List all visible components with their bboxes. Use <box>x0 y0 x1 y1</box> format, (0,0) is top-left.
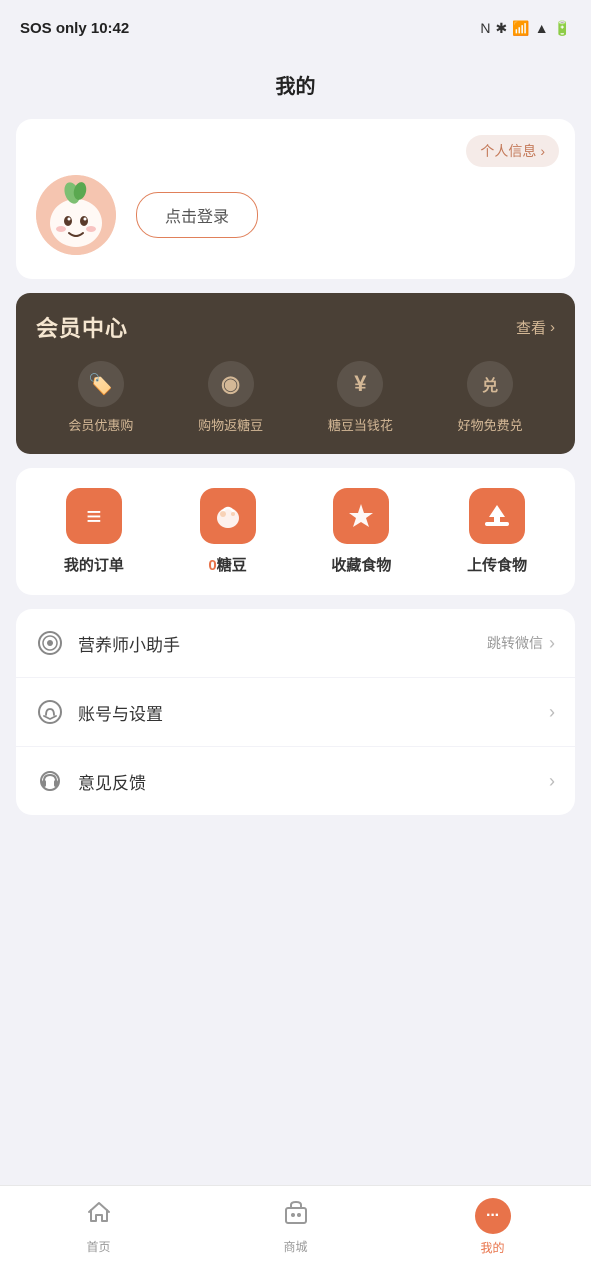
menu-item-feedback[interactable]: 意见反馈 › <box>16 747 575 815</box>
chevron-right-icon: › <box>549 633 555 654</box>
member-icon-discount[interactable]: 🏷️ 会员优惠购 <box>68 361 133 434</box>
chevron-right-icon: › <box>549 702 555 723</box>
upload-label: 上传食物 <box>467 554 527 575</box>
nav-home[interactable]: 首页 <box>59 1198 139 1256</box>
candy-pay-label: 糖豆当钱花 <box>328 415 393 434</box>
order-label: 我的订单 <box>64 554 124 575</box>
feedback-label: 意见反馈 <box>78 769 549 794</box>
home-label: 首页 <box>86 1238 110 1255</box>
status-icons: N ✱ 📶 ▲ 🔋 <box>480 20 571 37</box>
member-card: 会员中心 查看 › 🏷️ 会员优惠购 ◉ 购物返糖豆 ¥ 糖豆当钱花 兑 好物免… <box>16 293 575 454</box>
chevron-right-icon: › <box>550 319 555 336</box>
action-order[interactable]: ≡ 我的订单 <box>64 488 124 575</box>
member-view-button[interactable]: 查看 › <box>516 317 555 338</box>
nav-shop[interactable]: 商城 <box>256 1198 336 1256</box>
status-bar: SOS only 10:42 N ✱ 📶 ▲ 🔋 <box>0 0 591 52</box>
page-title: 我的 <box>0 52 591 119</box>
menu-list: 营养师小助手 跳转微信 › 账号与设置 › <box>16 609 575 815</box>
login-button[interactable]: 点击登录 <box>136 192 258 238</box>
nutritionist-label: 营养师小助手 <box>78 631 487 656</box>
feedback-icon <box>36 767 64 795</box>
action-favorite[interactable]: 收藏食物 <box>331 488 391 575</box>
signal-icon: 📶 <box>512 20 529 37</box>
home-icon <box>85 1198 113 1233</box>
avatar-image <box>36 175 116 255</box>
candy-return-icon: ◉ <box>208 361 254 407</box>
wifi-icon: ▲ <box>535 20 549 36</box>
candy-pay-icon: ¥ <box>337 361 383 407</box>
mine-icon-active: ··· <box>475 1198 511 1234</box>
member-icons: 🏷️ 会员优惠购 ◉ 购物返糖豆 ¥ 糖豆当钱花 兑 好物免费兑 <box>36 361 555 434</box>
account-icon <box>36 698 64 726</box>
action-candy[interactable]: 0糖豆 <box>200 488 256 575</box>
status-time: SOS only 10:42 <box>20 20 129 37</box>
nfc-icon: N <box>480 20 490 36</box>
nav-mine[interactable]: ··· 我的 <box>453 1198 533 1256</box>
menu-item-nutritionist[interactable]: 营养师小助手 跳转微信 › <box>16 609 575 678</box>
discount-icon: 🏷️ <box>78 361 124 407</box>
candy-icon <box>200 488 256 544</box>
chevron-right-icon: › <box>540 143 545 159</box>
feedback-right: › <box>549 771 555 792</box>
quick-actions: ≡ 我的订单 0糖豆 <box>16 468 575 595</box>
battery-icon: 🔋 <box>554 20 571 37</box>
member-title: 会员中心 <box>36 311 128 343</box>
nutritionist-right: 跳转微信 › <box>487 633 555 654</box>
favorite-icon <box>333 488 389 544</box>
shop-icon <box>282 1198 310 1233</box>
member-icon-candy-pay[interactable]: ¥ 糖豆当钱花 <box>328 361 393 434</box>
account-right: › <box>549 702 555 723</box>
member-icon-redeem[interactable]: 兑 好物免费兑 <box>458 361 523 434</box>
member-icon-candy-return[interactable]: ◉ 购物返糖豆 <box>198 361 263 434</box>
account-label: 账号与设置 <box>78 700 549 725</box>
bottom-nav: 首页 商城 ··· 我的 <box>0 1185 591 1280</box>
wechat-jump-text: 跳转微信 <box>487 633 543 653</box>
bluetooth-icon: ✱ <box>496 20 508 37</box>
candy-return-label: 购物返糖豆 <box>198 415 263 434</box>
profile-row: 点击登录 <box>36 175 555 255</box>
discount-label: 会员优惠购 <box>68 415 133 434</box>
menu-item-account[interactable]: 账号与设置 › <box>16 678 575 747</box>
upload-icon <box>469 488 525 544</box>
member-header: 会员中心 查看 › <box>36 311 555 343</box>
action-upload[interactable]: 上传食物 <box>467 488 527 575</box>
redeem-icon: 兑 <box>467 361 513 407</box>
favorite-label: 收藏食物 <box>331 554 391 575</box>
candy-label: 0糖豆 <box>208 554 246 575</box>
profile-section: 个人信息 › <box>16 119 575 279</box>
nutritionist-icon <box>36 629 64 657</box>
mine-label: 我的 <box>480 1239 504 1256</box>
redeem-label: 好物免费兑 <box>458 415 523 434</box>
avatar <box>36 175 116 255</box>
order-icon: ≡ <box>66 488 122 544</box>
chevron-right-icon: › <box>549 771 555 792</box>
personal-info-button[interactable]: 个人信息 › <box>466 135 559 167</box>
shop-label: 商城 <box>283 1238 307 1255</box>
candy-count: 0 <box>208 557 216 574</box>
